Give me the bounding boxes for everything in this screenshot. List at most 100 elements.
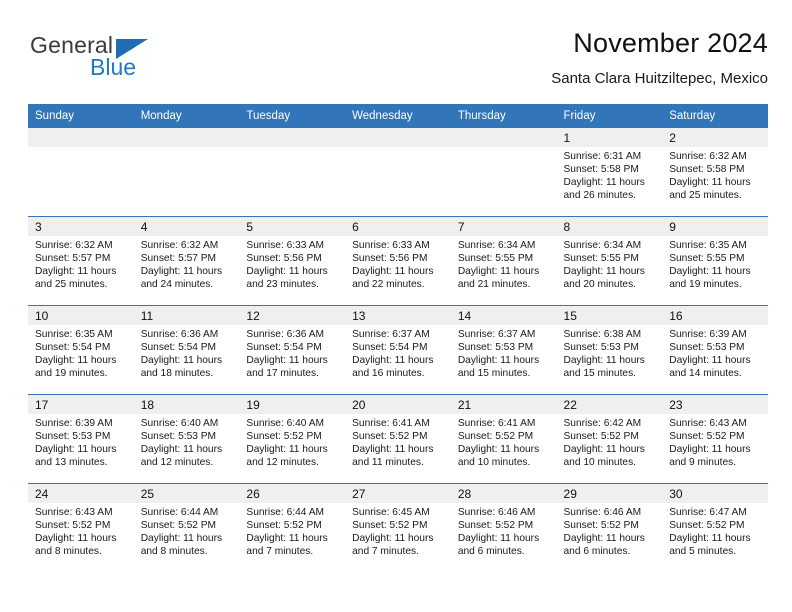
day-details: Sunrise: 6:43 AM Sunset: 5:52 PM Daylight:… (28, 503, 134, 559)
sunrise-text: Sunrise: 6:40 AM (140, 418, 219, 429)
day-details: Sunrise: 6:36 AM Sunset: 5:54 PM Daylight:… (239, 325, 345, 381)
day-cell[interactable]: 27 Sunrise: 6:45 AM Sunset: 5:52 PM Dayligh… (345, 484, 451, 572)
day-cell[interactable]: 15 Sunrise: 6:38 AM Sunset: 5:53 PM Dayligh… (556, 306, 663, 394)
sunrise-text: Sunrise: 6:43 AM (669, 418, 747, 429)
day-cell[interactable]: 9 Sunrise: 6:35 AM Sunset: 5:55 PM Daylight… (662, 217, 768, 305)
day-cell[interactable]: 17 Sunrise: 6:39 AM Sunset: 5:53 PM Dayligh… (28, 395, 134, 483)
sunrise-text: Sunrise: 6:35 AM (669, 240, 747, 251)
day-cell[interactable]: 24 Sunrise: 6:43 AM Sunset: 5:52 PM Dayligh… (28, 484, 134, 572)
sunset-text: Sunset: 5:52 PM (669, 430, 745, 442)
day-cell[interactable]: 2 Sunrise: 6:32 AM Sunset: 5:58 PM Daylight… (662, 128, 768, 216)
day-cell[interactable]: 11 Sunrise: 6:36 AM Sunset: 5:54 PM Dayligh… (133, 306, 240, 394)
weekday-header-thursday: Thursday (450, 104, 557, 128)
sunset-text: Sunset: 5:55 PM (669, 252, 745, 264)
day-cell[interactable]: 28 Sunrise: 6:46 AM Sunset: 5:52 PM Dayligh… (450, 484, 557, 572)
sunset-text: Sunset: 5:52 PM (246, 430, 322, 442)
day-number: 15 (556, 306, 663, 325)
day-cell[interactable]: 18 Sunrise: 6:40 AM Sunset: 5:53 PM Dayligh… (133, 395, 240, 483)
day-number: 22 (556, 395, 663, 414)
sunset-text: Sunset: 5:52 PM (35, 519, 111, 531)
sunrise-text: Sunrise: 6:44 AM (140, 507, 219, 518)
brand-logo[interactable]: General Blue (28, 32, 248, 90)
calendar-cell: 17 Sunrise: 6:39 AM Sunset: 5:53 PM Dayligh… (28, 394, 134, 484)
day-number: 30 (662, 484, 768, 503)
calendar-header-row: Sunday Monday Tuesday Wednesday Thursday Frid… (28, 104, 768, 128)
sunset-text: Sunset: 5:53 PM (140, 430, 217, 442)
day-details: Sunrise: 6:32 AM Sunset: 5:57 PM Daylight:… (28, 236, 134, 292)
daylight-text-line2: and 18 minutes. (140, 367, 214, 379)
day-cell[interactable]: 21 Sunrise: 6:41 AM Sunset: 5:52 PM Dayligh… (450, 395, 557, 483)
day-cell[interactable]: 3 Sunrise: 6:32 AM Sunset: 5:57 PM Daylight… (28, 217, 134, 305)
day-number: 14 (450, 306, 557, 325)
daylight-text-line2: and 26 minutes. (563, 189, 637, 201)
day-details: Sunrise: 6:41 AM Sunset: 5:52 PM Daylight:… (451, 414, 557, 470)
day-details: Sunrise: 6:39 AM Sunset: 5:53 PM Daylight:… (662, 325, 768, 381)
calendar-cell: 25 Sunrise: 6:44 AM Sunset: 5:52 PM Dayligh… (133, 483, 240, 572)
day-details: Sunrise: 6:35 AM Sunset: 5:55 PM Daylight:… (662, 236, 768, 292)
day-cell[interactable]: 12 Sunrise: 6:36 AM Sunset: 5:54 PM Dayligh… (239, 306, 346, 394)
daylight-text-line1: Daylight: 11 hours (246, 443, 328, 455)
daylight-text-line1: Daylight: 11 hours (669, 532, 751, 544)
daylight-text-line1: Daylight: 11 hours (563, 176, 645, 188)
daylight-text-line1: Daylight: 11 hours (669, 265, 751, 277)
day-cell[interactable]: 29 Sunrise: 6:46 AM Sunset: 5:52 PM Dayligh… (556, 484, 663, 572)
day-cell[interactable]: 5 Sunrise: 6:33 AM Sunset: 5:56 PM Daylight… (239, 217, 346, 305)
day-cell[interactable]: 13 Sunrise: 6:37 AM Sunset: 5:54 PM Dayligh… (345, 306, 451, 394)
day-number: 25 (133, 484, 240, 503)
day-cell-empty (28, 128, 134, 216)
day-cell[interactable]: 14 Sunrise: 6:37 AM Sunset: 5:53 PM Dayligh… (450, 306, 557, 394)
daylight-text-line2: and 10 minutes. (457, 456, 531, 468)
calendar-cell: 2 Sunrise: 6:32 AM Sunset: 5:58 PM Daylight… (662, 128, 768, 217)
day-number: 17 (28, 395, 134, 414)
day-cell-empty (133, 128, 240, 216)
daylight-text-line2: and 19 minutes. (35, 367, 108, 379)
sunrise-text: Sunrise: 6:31 AM (563, 151, 642, 162)
daylight-text-line2: and 12 minutes. (246, 456, 319, 468)
weekday-header-saturday: Saturday (662, 104, 768, 128)
sunrise-text: Sunrise: 6:36 AM (246, 329, 324, 340)
day-cell[interactable]: 26 Sunrise: 6:44 AM Sunset: 5:52 PM Dayligh… (239, 484, 346, 572)
daylight-text-line2: and 22 minutes. (352, 278, 425, 290)
day-cell[interactable]: 8 Sunrise: 6:34 AM Sunset: 5:55 PM Daylight… (556, 217, 663, 305)
day-number: 28 (450, 484, 557, 503)
daylight-text-line2: and 6 minutes. (457, 545, 525, 557)
day-details: Sunrise: 6:45 AM Sunset: 5:52 PM Daylight:… (345, 503, 451, 559)
sunset-text: Sunset: 5:52 PM (457, 519, 534, 531)
day-number: 21 (450, 395, 557, 414)
sunset-text: Sunset: 5:52 PM (563, 430, 639, 442)
page-title: November 2024 (573, 28, 768, 58)
sunset-text: Sunset: 5:54 PM (140, 341, 217, 353)
daylight-text-line1: Daylight: 11 hours (563, 443, 645, 455)
day-cell[interactable]: 25 Sunrise: 6:44 AM Sunset: 5:52 PM Dayligh… (133, 484, 240, 572)
sunrise-text: Sunrise: 6:39 AM (669, 329, 747, 340)
day-cell[interactable]: 6 Sunrise: 6:33 AM Sunset: 5:56 PM Daylight… (345, 217, 451, 305)
day-number: 20 (345, 395, 451, 414)
daylight-text-line2: and 15 minutes. (457, 367, 531, 379)
day-cell[interactable]: 1 Sunrise: 6:31 AM Sunset: 5:58 PM Daylight… (556, 128, 663, 216)
day-cell[interactable]: 19 Sunrise: 6:40 AM Sunset: 5:52 PM Dayligh… (239, 395, 346, 483)
day-cell[interactable]: 20 Sunrise: 6:41 AM Sunset: 5:52 PM Dayligh… (345, 395, 451, 483)
day-cell[interactable]: 10 Sunrise: 6:35 AM Sunset: 5:54 PM Dayligh… (28, 306, 134, 394)
day-cell[interactable]: 30 Sunrise: 6:47 AM Sunset: 5:52 PM Dayligh… (662, 484, 768, 572)
day-cell[interactable]: 16 Sunrise: 6:39 AM Sunset: 5:53 PM Dayligh… (662, 306, 768, 394)
day-details: Sunrise: 6:40 AM Sunset: 5:52 PM Daylight:… (239, 414, 345, 470)
day-cell[interactable]: 7 Sunrise: 6:34 AM Sunset: 5:55 PM Daylight… (450, 217, 557, 305)
daylight-text-line1: Daylight: 11 hours (35, 265, 117, 277)
day-number: 4 (133, 217, 240, 236)
day-cell[interactable]: 4 Sunrise: 6:32 AM Sunset: 5:57 PM Daylight… (133, 217, 240, 305)
day-details: Sunrise: 6:43 AM Sunset: 5:52 PM Daylight:… (662, 414, 768, 470)
weekday-header-friday: Friday (556, 104, 663, 128)
calendar-cell: 22 Sunrise: 6:42 AM Sunset: 5:52 PM Dayligh… (556, 394, 663, 484)
day-number: 1 (556, 128, 663, 147)
calendar-cell: 19 Sunrise: 6:40 AM Sunset: 5:52 PM Dayligh… (239, 394, 346, 484)
day-cell[interactable]: 22 Sunrise: 6:42 AM Sunset: 5:52 PM Dayligh… (556, 395, 663, 483)
weekday-header-wednesday: Wednesday (345, 104, 451, 128)
day-cell[interactable]: 23 Sunrise: 6:43 AM Sunset: 5:52 PM Dayligh… (662, 395, 768, 483)
day-number: 13 (345, 306, 451, 325)
day-details: Sunrise: 6:44 AM Sunset: 5:52 PM Daylight:… (239, 503, 345, 559)
daylight-text-line2: and 19 minutes. (669, 278, 742, 290)
daylight-text-line1: Daylight: 11 hours (563, 265, 645, 277)
page-subtitle: Santa Clara Huitziltepec, Mexico (551, 70, 768, 87)
sunset-text: Sunset: 5:55 PM (457, 252, 534, 264)
day-number: 12 (239, 306, 346, 325)
